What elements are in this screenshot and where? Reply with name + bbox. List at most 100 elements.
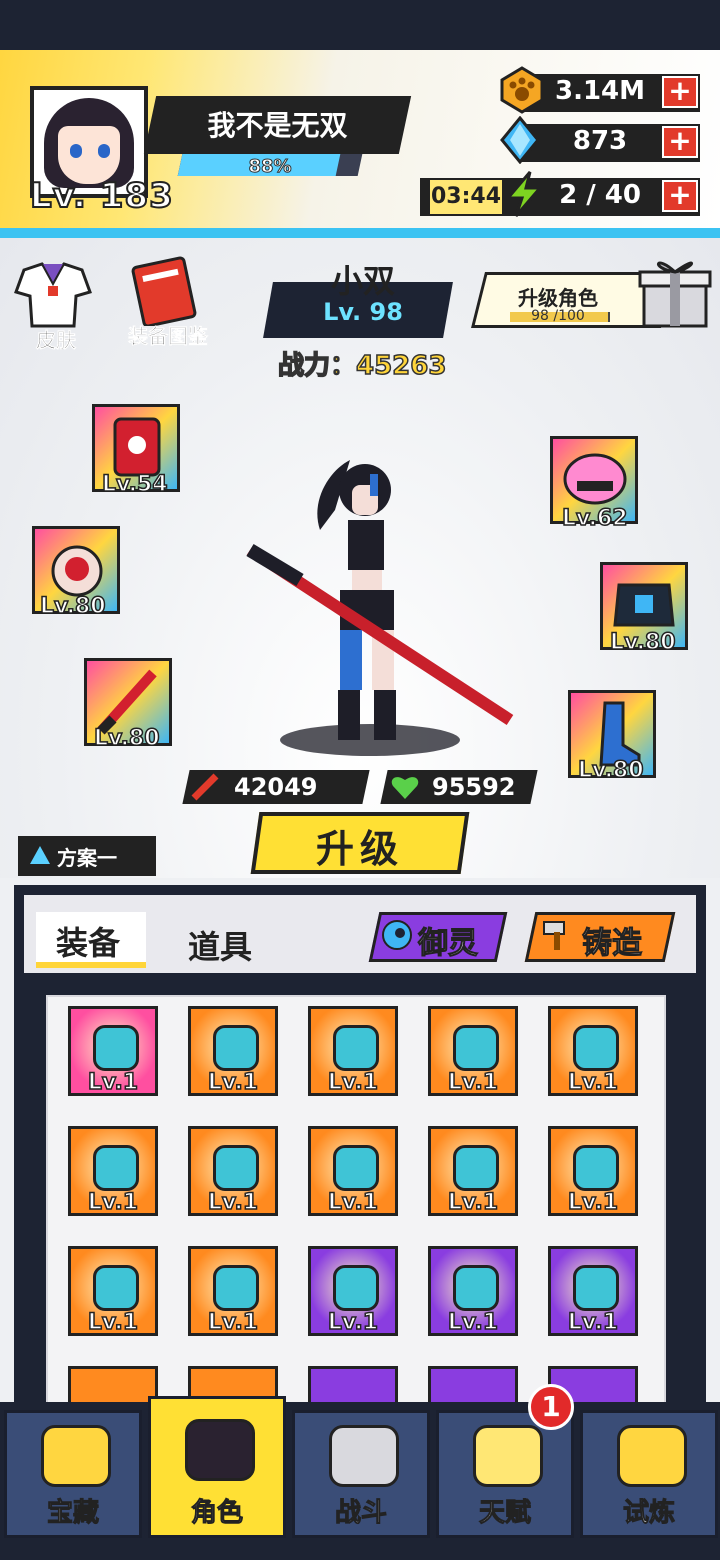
bag-item-level: Lv.1: [327, 1309, 379, 1335]
spirit-button-label: 御灵: [418, 926, 479, 962]
forge-button-label: 铸造: [582, 926, 643, 962]
nav-battle-swords[interactable]: 战斗: [292, 1410, 430, 1538]
bag-item-partial[interactable]: [308, 1366, 398, 1402]
bag-item-level: Lv.1: [567, 1069, 619, 1095]
battle-swords-icon: [329, 1425, 399, 1487]
nav-label: 天赋: [478, 1498, 531, 1529]
purple-ring-icon: [213, 1025, 259, 1071]
maid-dress-icon: [573, 1145, 619, 1191]
bag-item-partial[interactable]: [428, 1366, 518, 1402]
bag-item[interactable]: Lv.1: [188, 1246, 278, 1336]
bag-item[interactable]: Lv.1: [548, 1006, 638, 1096]
equipped-lv: Lv.80: [93, 725, 160, 752]
hero-character: [246, 460, 514, 756]
blade-icon: [93, 1025, 139, 1071]
bag-item[interactable]: Lv.1: [68, 1126, 158, 1216]
bag-item[interactable]: Lv.1: [308, 1006, 398, 1096]
orange-orb-icon: [453, 1265, 499, 1311]
lightbulb-icon: [473, 1425, 543, 1487]
exp-percent: 88%: [248, 156, 292, 178]
codex-label[interactable]: 装备图鉴: [110, 320, 226, 349]
bag-item[interactable]: Lv.1: [188, 1006, 278, 1096]
status-strip: [0, 0, 720, 50]
nav-character[interactable]: 角色: [148, 1396, 286, 1538]
bag-item-level: Lv.1: [447, 1069, 499, 1095]
avatar-eye: [98, 144, 110, 158]
tab-items[interactable]: 道具: [188, 922, 252, 968]
energy-amount: 2 / 40: [559, 180, 641, 210]
nav-label: 角色: [190, 1498, 243, 1529]
gold-amount: 3.14M: [554, 76, 646, 106]
bag-item[interactable]: Lv.1: [308, 1126, 398, 1216]
notification-badge: 1: [528, 1384, 574, 1430]
bolt-gem-icon: [453, 1025, 499, 1071]
attack-sword-icon: [191, 773, 219, 801]
combat-power: 战力：45263: [277, 350, 447, 382]
player-name: 我不是无双: [207, 109, 348, 142]
bag-item-level: Lv.1: [567, 1189, 619, 1215]
hero-level: Lv. 98: [323, 298, 403, 326]
hero-name: 小双: [330, 262, 395, 300]
blue-gem-pendant-icon: [333, 1145, 379, 1191]
bag-item[interactable]: Lv.1: [548, 1126, 638, 1216]
hp-heart-icon: [391, 777, 419, 799]
blue-slipper-icon: [213, 1265, 259, 1311]
skin-shirt-icon: [14, 262, 92, 328]
bag-item-level: Lv.1: [87, 1309, 139, 1335]
equipped-lv: Lv.54: [101, 471, 168, 498]
bag-item-level: Lv.1: [327, 1189, 379, 1215]
teal-pendant-icon: [93, 1145, 139, 1191]
paw-coin-icon: [500, 66, 544, 114]
bag-item[interactable]: Lv.1: [68, 1246, 158, 1336]
hammer-icon: [543, 921, 565, 950]
upgrade-role-label: 升级角色: [518, 286, 598, 310]
nav-trial-emblem[interactable]: 试炼: [580, 1410, 718, 1538]
bag-item[interactable]: Lv.1: [428, 1246, 518, 1336]
teal-pendant-icon: [573, 1025, 619, 1071]
nav-label: 宝藏: [46, 1498, 99, 1529]
bag-item-level: Lv.1: [207, 1189, 259, 1215]
diamond-amount: 873: [572, 126, 628, 156]
add-gold-button[interactable]: +: [662, 76, 698, 108]
energy-timer: 03:44: [430, 180, 502, 214]
skin-label[interactable]: 皮肤: [14, 324, 98, 353]
equipped-lv: Lv.62: [561, 505, 628, 532]
bag-item-level: Lv.1: [87, 1189, 139, 1215]
bag-item[interactable]: Lv.1: [428, 1006, 518, 1096]
bag-item-level: Lv.1: [447, 1309, 499, 1335]
nav-label: 试炼: [622, 1498, 675, 1529]
player-level: Lv. 183: [29, 175, 174, 217]
attack-value: 42049: [234, 773, 318, 801]
red-scarf-icon: [453, 1145, 499, 1191]
nav-treasure-chest[interactable]: 宝藏: [4, 1410, 142, 1538]
character-icon: [185, 1419, 255, 1481]
nav-label: 战斗: [334, 1498, 387, 1529]
equipped-lv: Lv.80: [39, 593, 106, 620]
bag-item[interactable]: Lv.1: [428, 1126, 518, 1216]
paw-ring-icon: [333, 1025, 379, 1071]
add-diamond-button[interactable]: +: [662, 126, 698, 158]
equipped-lv: Lv.80: [609, 629, 676, 656]
avatar-eye: [70, 144, 82, 158]
gift-box-icon[interactable]: [636, 254, 714, 330]
upgrade-role-progress: 98 /100: [531, 308, 585, 324]
bag-item-level: Lv.1: [567, 1309, 619, 1335]
bag-item-level: Lv.1: [447, 1189, 499, 1215]
equipped-lv: Lv.80: [577, 757, 644, 784]
bag-item-partial[interactable]: [68, 1366, 158, 1402]
header-underline: [0, 228, 720, 238]
bag-item[interactable]: Lv.1: [308, 1246, 398, 1336]
bag-item[interactable]: Lv.1: [548, 1246, 638, 1336]
gold-necklace-icon: [573, 1265, 619, 1311]
plan-label: 方案一: [57, 846, 117, 870]
bag-item[interactable]: Lv.1: [188, 1126, 278, 1216]
light-saber-icon: [333, 1265, 379, 1311]
bag-item[interactable]: Lv.1: [68, 1006, 158, 1096]
bag-item-level: Lv.1: [207, 1309, 259, 1335]
hp-value: 95592: [432, 773, 516, 801]
add-energy-button[interactable]: +: [662, 180, 698, 212]
tab-equipment-label: 装备: [56, 924, 121, 962]
upgrade-button-label: 升级: [315, 827, 404, 871]
blue-gem-pendant-icon: [213, 1145, 259, 1191]
bag-item-level: Lv.1: [207, 1069, 259, 1095]
